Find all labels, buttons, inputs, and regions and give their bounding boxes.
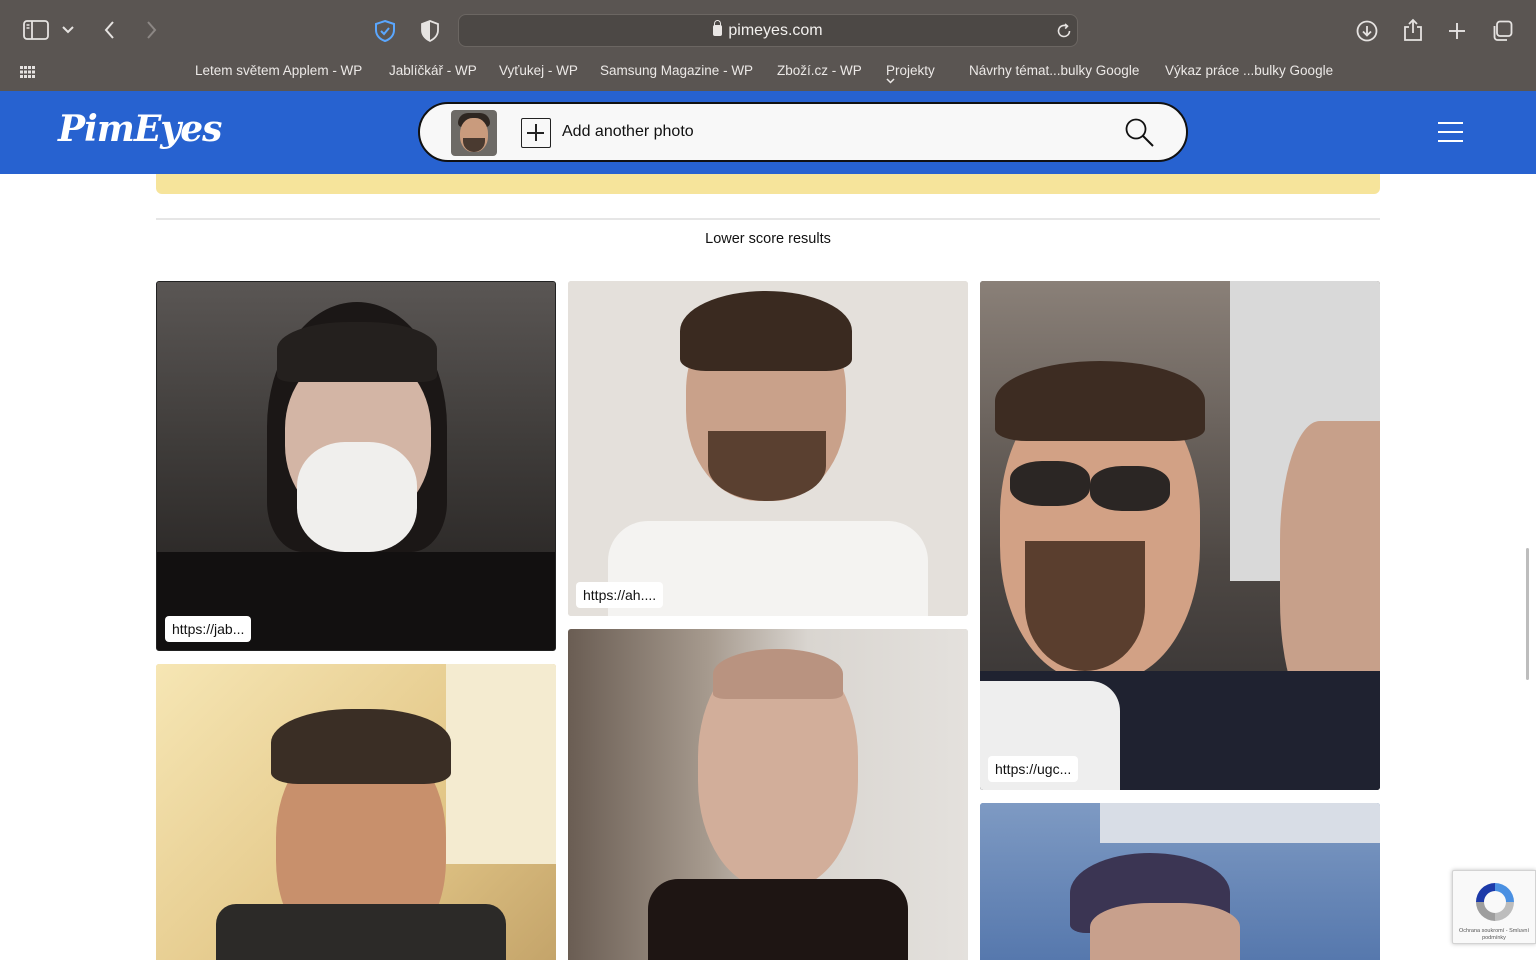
bookmark-navrhy[interactable]: Návrhy témat...bulky Google xyxy=(969,63,1139,78)
bookmarks-bar: Letem světem Applem - WP Jablíčkář - WP … xyxy=(0,63,1536,84)
result-card[interactable] xyxy=(568,629,968,960)
bookmark-jablickar[interactable]: Jablíčkář - WP xyxy=(389,63,477,78)
bookmark-vytukej[interactable]: Vyťukej - WP xyxy=(499,63,578,78)
back-icon[interactable] xyxy=(100,20,118,40)
privacy-shield-icon[interactable] xyxy=(418,18,442,44)
scrollbar[interactable] xyxy=(1526,548,1529,680)
address-text: pimeyes.com xyxy=(459,20,1077,40)
menu-icon[interactable] xyxy=(1438,119,1463,144)
search-bar[interactable]: Add another photo xyxy=(418,102,1188,162)
result-url-label[interactable]: https://jab... xyxy=(165,616,252,642)
reload-icon[interactable] xyxy=(1055,22,1073,40)
recaptcha-badge[interactable]: Ochrana soukromí - Smluvní podmínky xyxy=(1452,870,1536,944)
result-card[interactable] xyxy=(156,664,556,960)
bookmark-zbozi[interactable]: Zboží.cz - WP xyxy=(777,63,862,78)
uploaded-photo-thumbnail[interactable] xyxy=(451,110,497,156)
new-tab-icon[interactable] xyxy=(1446,20,1468,42)
result-url-label[interactable]: https://ugc... xyxy=(988,756,1079,782)
add-photo-label[interactable]: Add another photo xyxy=(562,123,694,141)
bookmark-projekty-label: Projekty xyxy=(886,63,935,78)
browser-toolbar: pimeyes.com Letem světem Applem - WP Jab… xyxy=(0,0,1536,91)
url-label: pimeyes.com xyxy=(728,22,823,39)
shield-check-icon[interactable] xyxy=(372,18,398,44)
tabs-overview-icon[interactable] xyxy=(1490,19,1514,43)
lock-icon xyxy=(713,20,723,36)
pimeyes-logo[interactable]: PimEyes xyxy=(58,108,222,150)
bookmark-samsung[interactable]: Samsung Magazine - WP xyxy=(600,63,753,78)
recaptcha-icon xyxy=(1472,879,1518,925)
site-header: PimEyes Add another photo xyxy=(0,91,1536,174)
forward-icon[interactable] xyxy=(142,20,160,40)
recaptcha-text[interactable]: Ochrana soukromí - Smluvní podmínky xyxy=(1453,928,1535,942)
result-card[interactable]: https://jab... xyxy=(156,281,556,651)
share-icon[interactable] xyxy=(1401,17,1425,43)
sidebar-icon[interactable] xyxy=(22,19,50,41)
chevron-down-icon[interactable] xyxy=(61,24,75,36)
result-card[interactable]: https://ah.... xyxy=(568,281,968,616)
bookmark-letem[interactable]: Letem světem Applem - WP xyxy=(195,63,362,78)
address-bar[interactable]: pimeyes.com xyxy=(458,14,1078,47)
chevron-down-icon xyxy=(886,78,895,84)
result-card[interactable] xyxy=(980,803,1380,960)
bookmark-projekty[interactable]: Projekty xyxy=(886,63,935,84)
search-icon[interactable] xyxy=(1124,117,1156,153)
result-card[interactable]: https://ugc... xyxy=(980,281,1380,790)
notice-banner xyxy=(156,174,1380,194)
section-divider xyxy=(156,218,1380,220)
section-title: Lower score results xyxy=(705,231,831,247)
result-url-label[interactable]: https://ah.... xyxy=(576,582,664,608)
download-icon[interactable] xyxy=(1355,19,1379,43)
bookmark-vykaz[interactable]: Výkaz práce ...bulky Google xyxy=(1165,63,1333,78)
add-photo-icon[interactable] xyxy=(521,118,551,148)
